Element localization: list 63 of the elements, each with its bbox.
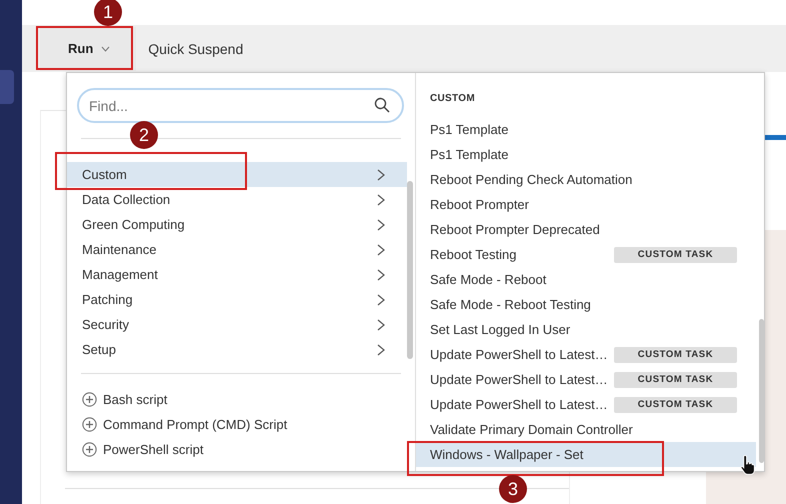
add-script-item[interactable]: Command Prompt (CMD) Script [67, 412, 415, 437]
section-heading: CUSTOM [430, 92, 475, 105]
plus-circle-icon [82, 442, 97, 457]
task-label: Update PowerShell to Latest… [430, 397, 609, 412]
menu-category[interactable]: Custom [67, 162, 407, 187]
tab-indicator [764, 135, 786, 140]
task-type-badge: CUSTOM TASK [614, 372, 737, 388]
menu-category[interactable]: Green Computing [67, 212, 407, 237]
menu-category[interactable]: Management [67, 262, 407, 287]
task-type-badge: CUSTOM TASK [614, 396, 737, 412]
task-label: Validate Primary Domain Controller [430, 422, 633, 437]
task-item[interactable]: Reboot Pending Check Automation [416, 167, 756, 192]
task-item[interactable]: Ps1 Template [416, 142, 756, 167]
task-item[interactable]: Reboot Prompter Deprecated [416, 217, 756, 242]
chevron-right-icon [377, 168, 385, 180]
task-label: Reboot Prompter [430, 197, 530, 212]
menu-category[interactable]: Patching [67, 287, 407, 312]
task-label: Reboot Pending Check Automation [430, 172, 632, 187]
chevron-right-icon [377, 194, 385, 206]
task-label: Ps1 Template [430, 147, 510, 162]
add-script-item[interactable]: Bash script [67, 387, 415, 412]
task-item[interactable]: Update PowerShell to Latest… CUSTOM TASK [416, 392, 756, 417]
task-label: Safe Mode - Reboot [430, 272, 548, 287]
task-label: Update PowerShell to Latest… [430, 347, 609, 362]
search-field[interactable]: Find... [77, 88, 404, 123]
chevron-right-icon [377, 294, 385, 306]
menu-category[interactable]: Security [67, 312, 407, 337]
menu-category[interactable]: Maintenance [67, 237, 407, 262]
task-item[interactable]: Set Last Logged In User [416, 317, 756, 342]
task-item[interactable]: Validate Primary Domain Controller [416, 417, 756, 442]
task-label: Update PowerShell to Latest… [430, 372, 609, 387]
scrollbar-thumb[interactable] [407, 181, 413, 359]
task-item[interactable]: Safe Mode - Reboot Testing [416, 292, 756, 317]
chevron-right-icon [377, 344, 385, 356]
task-label: Reboot Testing [430, 247, 518, 262]
chevron-right-icon [377, 318, 385, 330]
task-type-badge: CUSTOM TASK [614, 346, 737, 362]
quick-suspend-button[interactable]: Quick Suspend [144, 40, 248, 56]
task-label: Ps1 Template [430, 122, 510, 137]
caret-icon [101, 46, 110, 52]
sidebar-item[interactable] [0, 70, 14, 104]
task-label: Windows - Wallpaper - Set [430, 447, 584, 462]
task-item[interactable]: Reboot Prompter [416, 192, 756, 217]
task-item[interactable]: Safe Mode - Reboot [416, 267, 756, 292]
menu-category[interactable]: Data Collection [67, 187, 407, 212]
task-item[interactable]: Windows - Wallpaper - Set [416, 442, 756, 467]
task-label: Set Last Logged In User [430, 322, 572, 337]
chevron-right-icon [377, 244, 385, 256]
task-label: Safe Mode - Reboot Testing [430, 297, 592, 312]
chevron-right-icon [377, 218, 385, 230]
plus-circle-icon [82, 392, 97, 407]
task-item[interactable]: Reboot Testing CUSTOM TASK [416, 242, 756, 267]
search-icon [374, 97, 390, 113]
task-label: Reboot Prompter Deprecated [430, 222, 601, 237]
task-item[interactable]: Ps1 Template [416, 117, 756, 142]
task-type-badge: CUSTOM TASK [614, 246, 737, 262]
add-script-item[interactable]: PowerShell script [67, 437, 415, 462]
plus-circle-icon [82, 417, 97, 432]
menu-category[interactable]: Setup [67, 337, 407, 362]
task-item[interactable]: Update PowerShell to Latest… CUSTOM TASK [416, 342, 756, 367]
chevron-right-icon [377, 268, 385, 280]
task-item[interactable]: Update PowerShell to Latest… CUSTOM TASK [416, 367, 756, 392]
scrollbar-thumb[interactable] [759, 319, 764, 463]
